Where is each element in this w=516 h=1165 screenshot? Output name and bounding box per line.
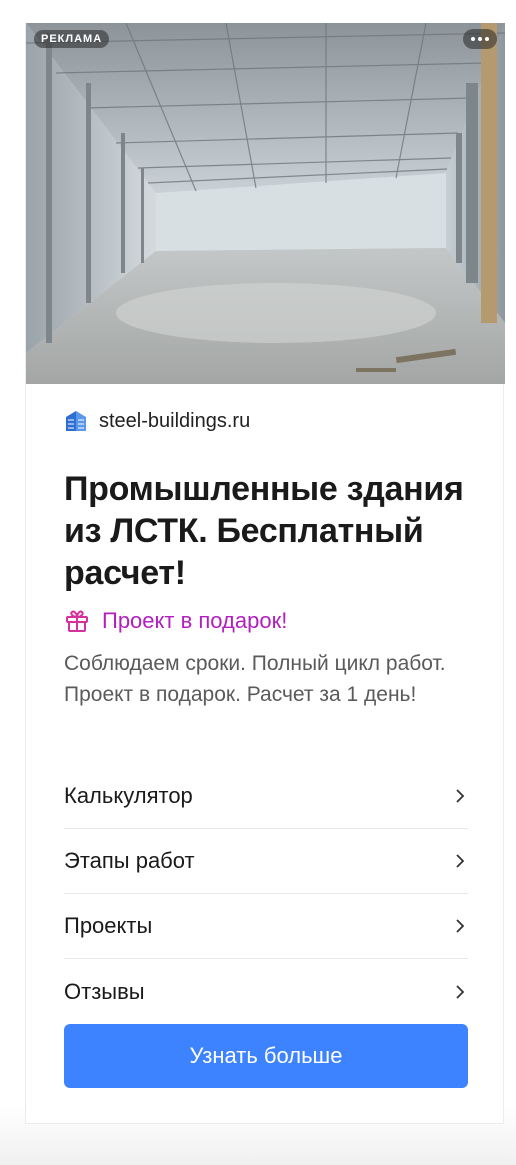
warehouse-interior-image [26,23,505,384]
sitelinks-list: Калькулятор Этапы работ Проекты Отзывы [64,764,468,1024]
ad-description: Соблюдаем сроки. Полный цикл работ. Прое… [64,652,446,706]
sitelink-label: Калькулятор [64,783,193,808]
building-icon [66,411,86,431]
more-options-button[interactable] [463,29,497,49]
sitelink-calculator[interactable]: Калькулятор [64,764,468,829]
promo-text: Проект в подарок! [102,608,288,633]
ad-label: РЕКЛАМА [34,30,110,48]
more-dot [478,37,482,41]
sitelink-label: Этапы работ [64,848,195,873]
gift-icon [66,610,88,632]
learn-more-button[interactable]: Узнать больше [64,1024,468,1088]
sitelink-label: Проекты [64,913,153,938]
promo-row: Проект в подарок! [64,608,287,634]
sitelink-work-stages[interactable]: Этапы работ [64,829,468,894]
sitelink-label: Отзывы [64,978,145,1004]
chevron-right-icon [456,984,465,999]
chevron-right-icon [456,919,465,933]
more-dot [485,37,489,41]
chevron-right-icon [456,789,465,803]
domain-row[interactable]: steel-buildings.ru [64,408,250,434]
ad-headline[interactable]: Промышленные здания из ЛСТК. Бесплатный … [64,468,468,594]
ad-photo[interactable]: РЕКЛАМА [26,23,505,384]
sitelink-projects[interactable]: Проекты [64,894,468,959]
ad-domain: steel-buildings.ru [99,409,251,432]
more-dots-icon [471,37,475,41]
ad-card[interactable]: РЕКЛАМА steel-buildings.ru Промышленные … [25,23,505,1124]
sitelink-reviews[interactable]: Отзывы [64,959,468,1024]
chevron-right-icon [456,854,465,868]
